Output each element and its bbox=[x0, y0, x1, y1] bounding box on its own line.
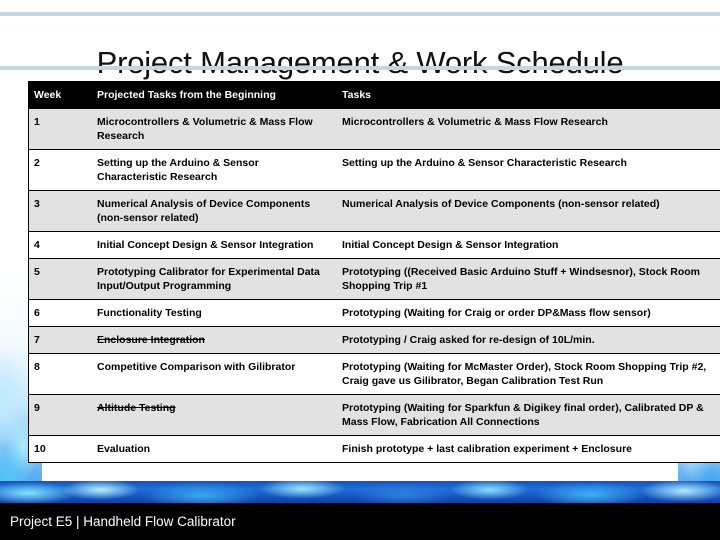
projected-task-text: Initial Concept Design & Sensor Integrat… bbox=[97, 239, 314, 251]
projected-task-text: Evaluation bbox=[97, 443, 151, 455]
projected-task-text-struck: Enclosure Integration bbox=[97, 334, 205, 346]
footer-project-label: Project E5 | Handheld Flow Calibrator bbox=[10, 514, 236, 529]
cell-task: Prototyping (Waiting for Craig or order … bbox=[337, 299, 720, 327]
slide-canvas: Project Management & Work Schedule Week … bbox=[0, 0, 720, 540]
cell-week: 9 bbox=[28, 394, 92, 436]
cell-task: Prototyping (Waiting for Sparkfun & Digi… bbox=[337, 394, 720, 436]
projected-task-text: Prototyping Calibrator for Experimental … bbox=[97, 266, 320, 292]
cell-projected-task: Enclosure Integration bbox=[92, 326, 337, 354]
cell-projected-task: Functionality Testing bbox=[92, 299, 337, 327]
table-row: 4 Initial Concept Design & Sensor Integra… bbox=[28, 231, 720, 259]
cell-task: Finish prototype + last calibration expe… bbox=[337, 435, 720, 463]
table-row: 6 Functionality Testing Prototyping (Waiti… bbox=[28, 299, 720, 327]
cell-projected-task: Altitude Testing bbox=[92, 394, 337, 436]
column-header-week: Week bbox=[28, 81, 92, 109]
title-rule-bottom bbox=[0, 66, 720, 70]
cell-week: 6 bbox=[28, 299, 92, 327]
cell-task: Microcontrollers & Volumetric & Mass Flo… bbox=[337, 108, 720, 150]
table-row: 9 Altitude Testing Prototyping (Waiting fo… bbox=[28, 394, 720, 436]
table-row: 10 Evaluation Finish prototype + last cali… bbox=[28, 435, 720, 463]
table-row: 5 Prototyping Calibrator for Experimental… bbox=[28, 258, 720, 300]
water-texture-bottom-band-decoration bbox=[0, 481, 720, 503]
cell-task: Initial Concept Design & Sensor Integrat… bbox=[337, 231, 720, 259]
cell-task: Prototyping (Waiting for McMaster Order)… bbox=[337, 353, 720, 395]
cell-projected-task: Prototyping Calibrator for Experimental … bbox=[92, 258, 337, 300]
column-header-projected-tasks: Projected Tasks from the Beginning bbox=[92, 81, 337, 109]
cell-projected-task: Setting up the Arduino & Sensor Characte… bbox=[92, 149, 337, 191]
projected-task-text: Competitive Comparison with Gilibrator bbox=[97, 361, 296, 373]
cell-week: 10 bbox=[28, 435, 92, 463]
cell-week: 7 bbox=[28, 326, 92, 354]
schedule-table: Week Projected Tasks from the Beginning … bbox=[28, 81, 720, 463]
projected-task-text: Setting up the Arduino & Sensor Characte… bbox=[97, 157, 259, 183]
table-header-row: Week Projected Tasks from the Beginning … bbox=[28, 81, 720, 109]
table-row: 3 Numerical Analysis of Device Components… bbox=[28, 190, 720, 232]
projected-task-text: Numerical Analysis of Device Components … bbox=[97, 198, 311, 224]
cell-task: Numerical Analysis of Device Components … bbox=[337, 190, 720, 232]
column-header-tasks: Tasks bbox=[337, 81, 720, 109]
page-title: Project Management & Work Schedule bbox=[96, 44, 624, 80]
table-row: 7 Enclosure Integration Prototyping / Crai… bbox=[28, 326, 720, 354]
cell-week: 8 bbox=[28, 353, 92, 395]
cell-projected-task: Initial Concept Design & Sensor Integrat… bbox=[92, 231, 337, 259]
schedule-table-container: Week Projected Tasks from the Beginning … bbox=[28, 81, 720, 463]
cell-week: 4 bbox=[28, 231, 92, 259]
cell-week: 5 bbox=[28, 258, 92, 300]
schedule-table-body: 1 Microcontrollers & Volumetric & Mass Fl… bbox=[28, 108, 720, 463]
table-row: 1 Microcontrollers & Volumetric & Mass Fl… bbox=[28, 108, 720, 150]
cell-task: Prototyping ((Received Basic Arduino Stu… bbox=[337, 258, 720, 300]
cell-projected-task: Competitive Comparison with Gilibrator bbox=[92, 353, 337, 395]
projected-task-text-struck: Altitude Testing bbox=[97, 402, 176, 414]
cell-projected-task: Numerical Analysis of Device Components … bbox=[92, 190, 337, 232]
title-rule-top bbox=[0, 12, 720, 16]
projected-task-text: Functionality Testing bbox=[97, 307, 202, 319]
projected-task-text: Microcontrollers & Volumetric & Mass Flo… bbox=[97, 116, 313, 142]
table-row: 2 Setting up the Arduino & Sensor Charact… bbox=[28, 149, 720, 191]
schedule-table-head: Week Projected Tasks from the Beginning … bbox=[28, 81, 720, 109]
cell-projected-task: Evaluation bbox=[92, 435, 337, 463]
cell-task: Setting up the Arduino & Sensor Characte… bbox=[337, 149, 720, 191]
cell-projected-task: Microcontrollers & Volumetric & Mass Flo… bbox=[92, 108, 337, 150]
cell-week: 3 bbox=[28, 190, 92, 232]
cell-week: 2 bbox=[28, 149, 92, 191]
cell-week: 1 bbox=[28, 108, 92, 150]
table-row: 8 Competitive Comparison with Gilibrator P… bbox=[28, 353, 720, 395]
cell-task: Prototyping / Craig asked for re-design … bbox=[337, 326, 720, 354]
